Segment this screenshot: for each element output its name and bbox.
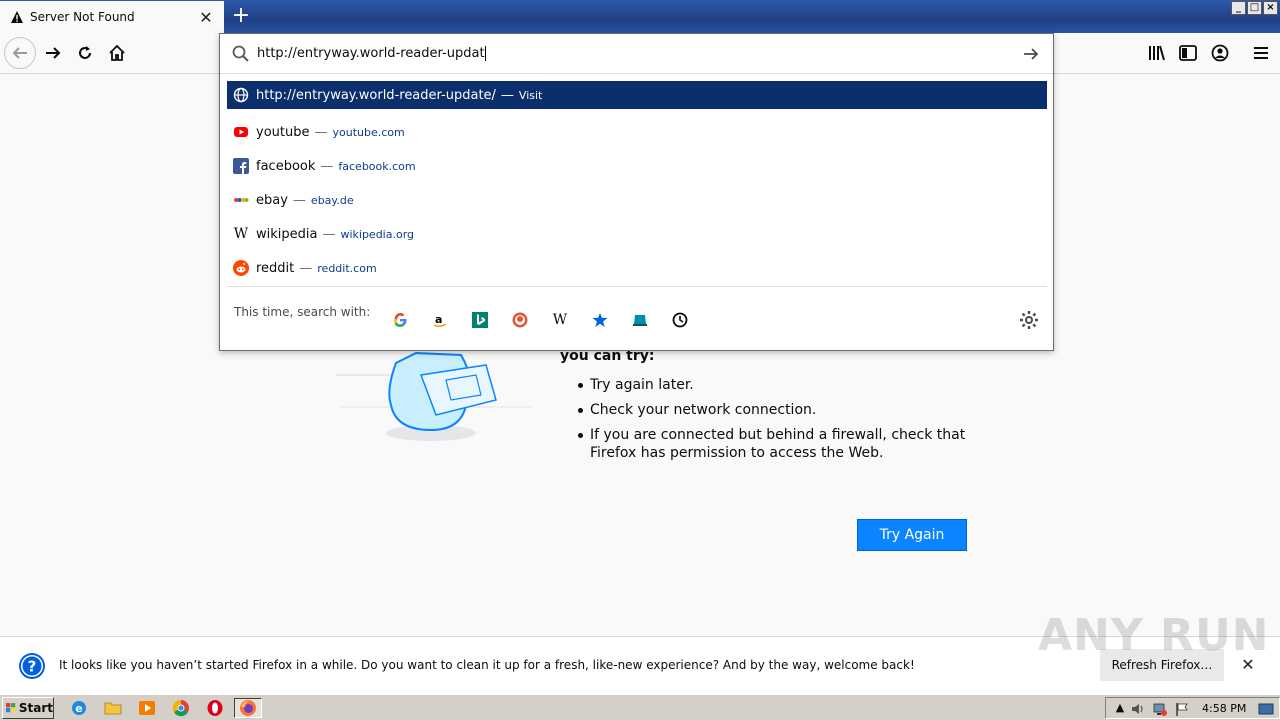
tabs-icon[interactable] [630, 310, 650, 330]
warning-icon [11, 11, 23, 23]
svg-text:a: a [435, 313, 442, 326]
firefox-taskbar-button[interactable] [234, 698, 262, 718]
list-item: Try again later. [560, 376, 980, 394]
new-tab-button[interactable]: + [230, 5, 252, 27]
result-row-facebook[interactable]: facebook — facebook.com [227, 149, 1047, 183]
reload-icon [79, 46, 91, 59]
menu-icon[interactable] [1251, 43, 1271, 63]
maximize-button[interactable]: □ [1247, 1, 1262, 15]
list-item: Check your network connection. [560, 401, 980, 419]
text-caret [484, 46, 486, 61]
clock[interactable]: 4:58 PM [1202, 702, 1246, 715]
urlbar-input[interactable]: http://entryway.world-reader-updat [220, 34, 1053, 74]
bing-icon[interactable] [470, 310, 490, 330]
tab-title: Server Not Found [30, 10, 135, 24]
result-title: youtube [256, 124, 310, 140]
error-suggestions: you can try: Try again later. Check your… [560, 348, 980, 469]
tab-close-icon[interactable]: ✕ [198, 8, 214, 27]
result-title: http://entryway.world-reader-update/ [256, 87, 496, 103]
urlbar-popup: http://entryway.world-reader-updat http:… [219, 33, 1054, 351]
history-icon[interactable] [670, 310, 690, 330]
action-center-flag-icon[interactable] [1174, 701, 1190, 717]
go-arrow-icon[interactable] [1021, 44, 1041, 64]
home-button[interactable] [101, 37, 133, 69]
globe-icon [233, 87, 249, 103]
library-icon[interactable] [1147, 43, 1167, 63]
urlbar-results: http://entryway.world-reader-update/ — V… [227, 81, 1047, 285]
media-player-icon[interactable] [136, 698, 158, 718]
results-divider [227, 286, 1047, 287]
window-controls: _ □ × [1231, 1, 1278, 15]
reload-button[interactable] [69, 37, 101, 69]
chrome-icon[interactable] [170, 698, 192, 718]
start-label: Start [18, 701, 53, 715]
reddit-icon [233, 260, 249, 276]
taskbar: Start e ▲ 4:58 PM [0, 694, 1280, 720]
wikipedia-search-icon[interactable]: W [550, 310, 570, 330]
result-title: ebay [256, 192, 288, 208]
result-url: wikipedia.org [340, 227, 415, 241]
ebay-icon [233, 192, 249, 208]
volume-icon[interactable] [1130, 701, 1146, 717]
result-title: wikipedia [256, 226, 318, 242]
amazon-icon[interactable]: a [430, 310, 450, 330]
result-row-visit[interactable]: http://entryway.world-reader-update/ — V… [227, 81, 1047, 109]
question-icon: ? [19, 653, 45, 679]
search-icon [232, 45, 249, 62]
list-item: If you are connected but behind a firewa… [560, 426, 980, 462]
home-icon [109, 44, 125, 61]
forward-arrow-icon [46, 47, 61, 59]
result-row-youtube[interactable]: youtube — youtube.com [227, 115, 1047, 149]
result-row-wikipedia[interactable]: W wikipedia — wikipedia.org [227, 217, 1047, 251]
network-icon[interactable] [1152, 701, 1168, 717]
system-tray: ▲ 4:58 PM [1105, 697, 1280, 719]
search-with-label: This time, search with: [234, 305, 371, 319]
folder-icon[interactable] [102, 698, 124, 718]
result-row-ebay[interactable]: ebay — ebay.de [227, 183, 1047, 217]
svg-text:e: e [75, 702, 82, 715]
result-url: facebook.com [338, 159, 416, 173]
watermark-logo: ANY RUN [1038, 610, 1270, 661]
duckduckgo-icon[interactable] [510, 310, 530, 330]
suggestions-list: Try again later. Check your network conn… [560, 376, 980, 462]
ie-icon[interactable]: e [68, 698, 90, 718]
back-arrow-icon [12, 47, 27, 59]
result-row-reddit[interactable]: reddit — reddit.com [227, 251, 1047, 285]
sidebar-icon[interactable] [1178, 43, 1198, 63]
try-again-button[interactable]: Try Again [857, 519, 967, 551]
bookmarks-icon[interactable] [590, 310, 610, 330]
account-icon[interactable] [1210, 43, 1230, 63]
youtube-icon [233, 124, 249, 140]
one-off-search-engines: a W [390, 310, 690, 330]
result-url: ebay.de [310, 193, 354, 207]
show-desktop-icon[interactable] [1258, 701, 1274, 717]
back-button[interactable] [4, 37, 36, 69]
google-icon[interactable] [390, 310, 410, 330]
facebook-icon [233, 158, 249, 174]
svg-text:?: ? [28, 658, 37, 676]
result-action: Visit [518, 88, 543, 102]
error-illustration [336, 351, 531, 441]
opera-icon[interactable] [204, 698, 226, 718]
show-hidden-icons-icon[interactable]: ▲ [1112, 701, 1128, 717]
start-button[interactable]: Start [2, 697, 54, 719]
minimize-button[interactable]: _ [1231, 1, 1246, 15]
result-title: reddit [256, 260, 295, 276]
wikipedia-icon: W [233, 226, 249, 242]
forward-button[interactable] [37, 37, 69, 69]
notification-message: It looks like you haven’t started Firefo… [59, 658, 915, 672]
url-text: http://entryway.world-reader-updat [257, 46, 485, 61]
firefox-icon [240, 700, 256, 716]
close-window-button[interactable]: × [1263, 1, 1278, 15]
result-url: youtube.com [332, 125, 405, 139]
result-url: reddit.com [317, 261, 377, 275]
windows-flag-icon [6, 703, 16, 713]
gear-icon[interactable] [1019, 310, 1039, 330]
tab-server-not-found[interactable]: Server Not Found ✕ [0, 1, 224, 33]
result-title: facebook [256, 158, 316, 174]
tab-bar: Server Not Found ✕ + _ □ × [0, 0, 1280, 33]
